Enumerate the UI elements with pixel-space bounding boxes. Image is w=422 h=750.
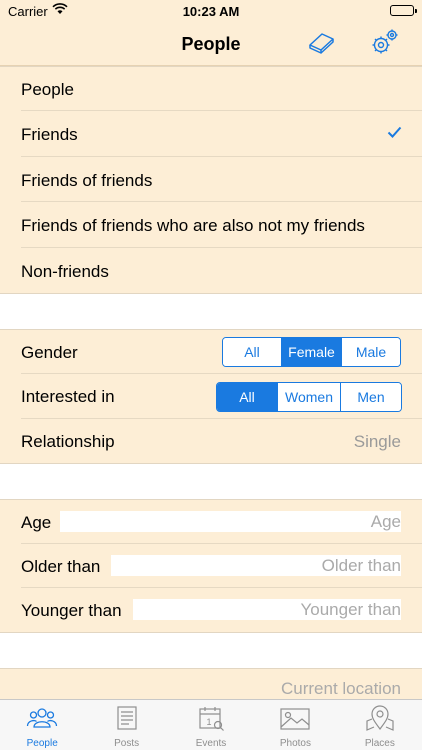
checkmark-icon [387,125,402,143]
svg-text:1: 1 [207,717,212,727]
gender-label: Gender [21,343,78,362]
relation-option-label: Friends of friends who are also not my f… [21,216,365,235]
settings-button[interactable] [368,28,402,60]
younger-than-label: Younger than [21,601,122,620]
relation-option-friends-of-friends[interactable]: Friends of friends [0,157,422,202]
tab-label: People [26,738,58,749]
younger-than-row: Younger than [0,588,422,632]
posts-icon [112,705,142,736]
age-label: Age [21,513,52,532]
gender-option-female[interactable]: Female [282,338,342,366]
map-pin-icon [364,705,396,736]
section-border [0,293,422,294]
interested-option-all[interactable]: All [217,383,278,411]
relation-option-label: Non-friends [21,262,109,281]
gender-segmented-control[interactable]: All Female Male [222,337,401,367]
older-than-row: Older than [0,544,422,588]
age-row: Age [0,500,422,544]
people-icon [26,705,58,736]
calendar-icon: 1 [196,705,226,736]
tab-events[interactable]: 1 Events [169,700,253,750]
gender-row: Gender All Female Male [0,330,422,374]
gear-icon [370,27,400,62]
gender-option-male[interactable]: Male [342,338,400,366]
navigation-bar: People [0,22,422,66]
section-border [0,632,422,633]
interested-in-segmented-control[interactable]: All Women Men [216,382,402,412]
page-title: People [181,34,241,54]
tab-label: Places [364,738,395,749]
location-input[interactable] [60,678,401,699]
photo-icon [279,705,311,736]
relation-option-label: People [21,80,74,99]
tab-label: Photos [279,738,311,749]
section-border [0,463,422,464]
location-row [0,669,422,699]
relation-option-friends[interactable]: Friends [0,111,422,157]
younger-than-field[interactable] [133,599,401,620]
relationship-label: Relationship [21,432,115,451]
age-field[interactable] [60,511,401,532]
younger-than-input[interactable] [133,599,401,620]
relationship-row[interactable]: Relationship Single [0,419,422,463]
interested-option-men[interactable]: Men [341,383,401,411]
tab-places[interactable]: Places [338,700,422,750]
interested-in-row: Interested in All Women Men [0,374,422,419]
relation-option-label: Friends [21,125,78,144]
older-than-input[interactable] [111,555,401,576]
tab-posts[interactable]: Posts [84,700,168,750]
relation-option-non-friends[interactable]: Non-friends [0,248,422,293]
tab-bar: People Posts 1 Events Photos Places [0,699,422,750]
battery-icon [390,5,417,16]
older-than-label: Older than [21,557,101,576]
eraser-button[interactable] [304,28,338,60]
interested-in-label: Interested in [21,387,115,406]
tab-photos[interactable]: Photos [253,700,337,750]
relation-option-people[interactable]: People [0,67,422,111]
clock-label: 10:23 AM [182,4,240,19]
tab-label: Events [195,738,227,749]
relation-option-label: Friends of friends [21,171,153,190]
status-bar: Carrier 10:23 AM [0,0,422,22]
location-field[interactable] [60,678,401,699]
eraser-icon [306,30,336,59]
tab-label: Posts [114,738,140,749]
tab-people[interactable]: People [0,700,84,750]
gender-option-all[interactable]: All [223,338,282,366]
interested-option-women[interactable]: Women [278,383,341,411]
relation-option-friends-of-friends-not-friends[interactable]: Friends of friends who are also not my f… [0,202,422,248]
relationship-value: Single [353,432,401,451]
older-than-field[interactable] [111,555,401,576]
age-input[interactable] [60,511,401,532]
